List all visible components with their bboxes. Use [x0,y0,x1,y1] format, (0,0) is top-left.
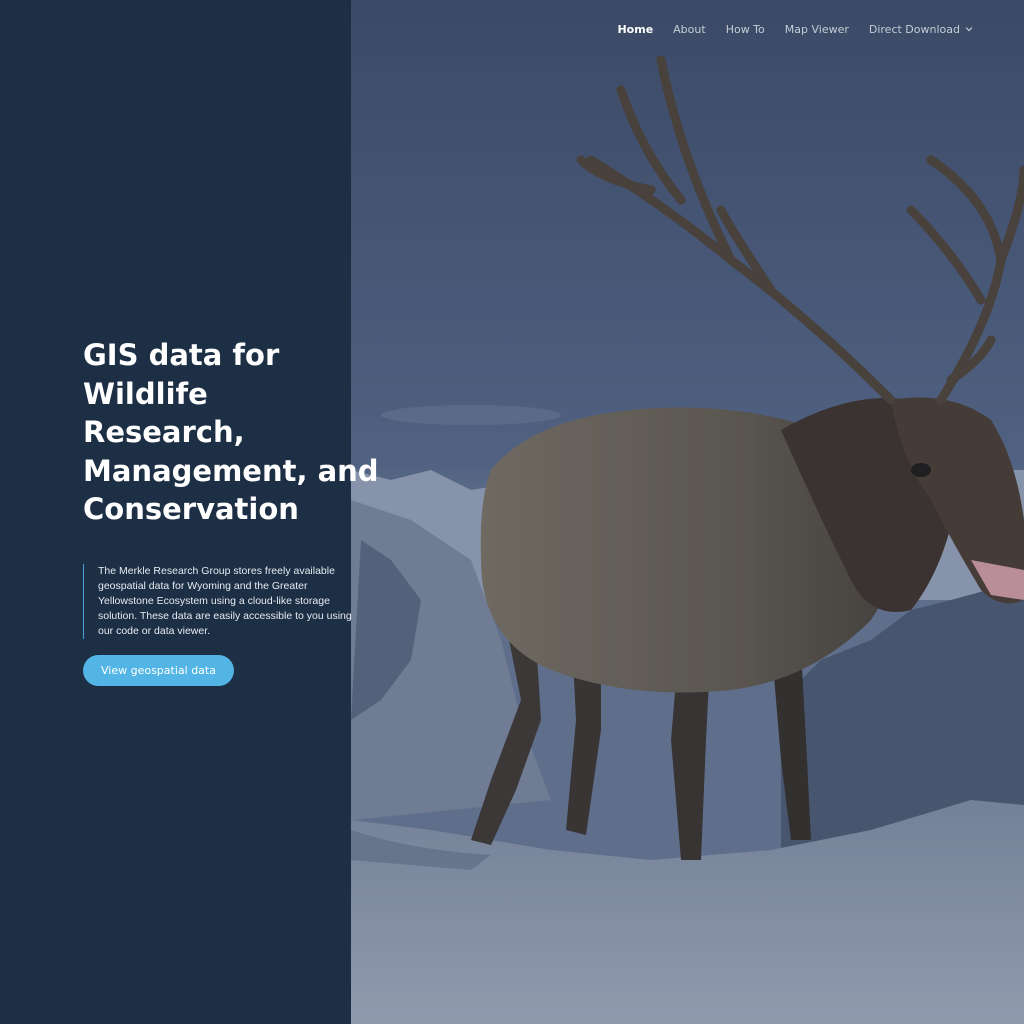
nav-about[interactable]: About [673,23,706,36]
hero-elk-image [351,0,1024,1024]
nav-home[interactable]: Home [617,23,653,36]
nav-how-to[interactable]: How To [726,23,765,36]
headline-line: Management, and [83,453,379,488]
headline-line: Conservation [83,492,299,526]
headline-line: GIS data for [83,338,280,372]
nav-direct-download[interactable]: Direct Download [869,23,974,36]
headline-line: Wildlife [83,376,208,411]
page-headline: GIS data for Wildlife Research, Manageme… [83,336,383,529]
hero-description: The Merkle Research Group stores freely … [83,563,360,639]
headline-line: Research, [83,415,245,449]
view-geospatial-data-button[interactable]: View geospatial data [83,655,234,686]
nav-map-viewer[interactable]: Map Viewer [785,23,849,36]
main-nav: Home About How To Map Viewer Direct Down… [617,20,974,38]
chevron-down-icon [965,27,973,32]
nav-direct-download-label: Direct Download [868,22,960,36]
